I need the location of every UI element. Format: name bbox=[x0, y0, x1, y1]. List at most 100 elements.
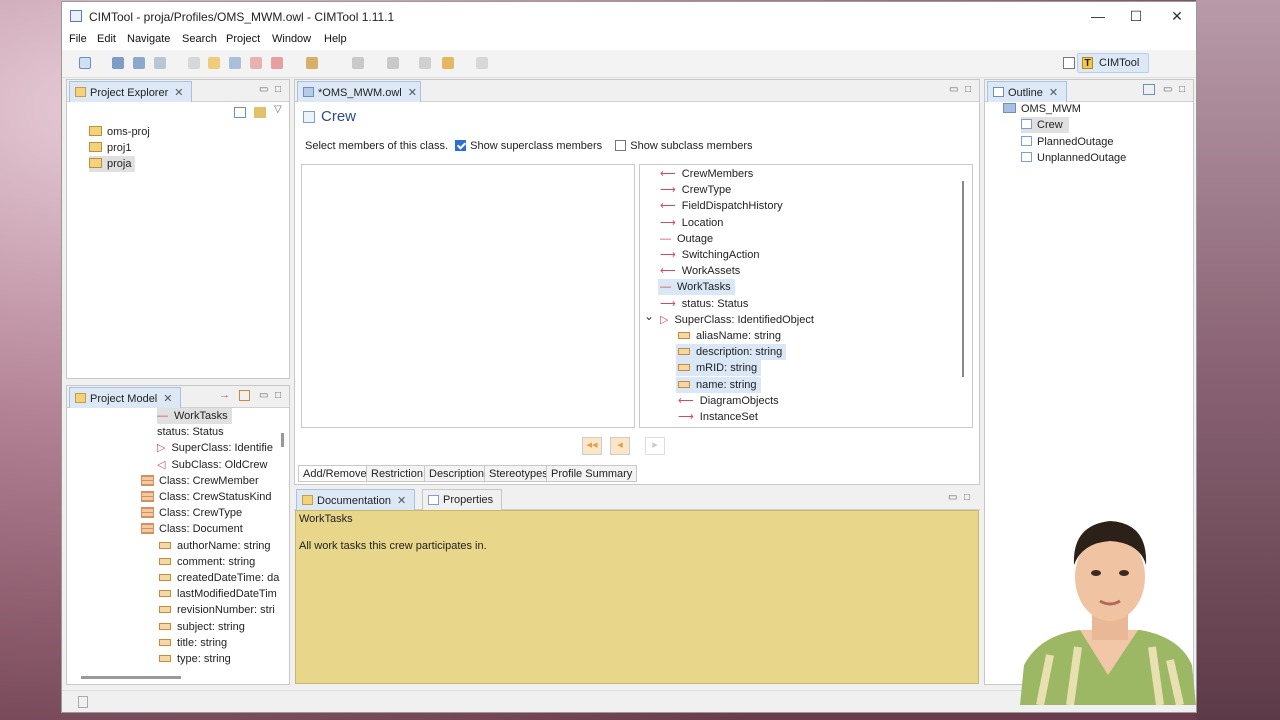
forward-icon[interactable] bbox=[476, 57, 488, 69]
project-model-item[interactable]: status: Status bbox=[157, 424, 224, 440]
outline-filter-icon[interactable] bbox=[1143, 84, 1155, 95]
tab-properties[interactable]: Properties bbox=[422, 489, 503, 510]
project-item[interactable]: proj1 bbox=[89, 140, 131, 156]
outline-item-unplannedoutage[interactable]: UnplannedOutage bbox=[1021, 150, 1126, 166]
next-annotation-icon[interactable] bbox=[352, 57, 364, 69]
member-item[interactable]: — Outage bbox=[660, 231, 713, 247]
view-menu-icon[interactable]: ▽ bbox=[274, 104, 282, 115]
selected-members-list[interactable] bbox=[301, 164, 635, 428]
project-model-item[interactable]: Class: CrewType bbox=[141, 505, 242, 521]
project-model-item[interactable]: Class: CrewStatusKind bbox=[141, 489, 272, 505]
member-item[interactable]: mRID: string bbox=[676, 360, 762, 377]
tab-project-model[interactable]: Project Model ✕ bbox=[69, 387, 182, 408]
editor-tab-stereotypes[interactable]: Stereotypes bbox=[484, 465, 553, 482]
tool-icon[interactable] bbox=[188, 57, 200, 69]
link-arrow-icon[interactable]: → bbox=[219, 389, 230, 401]
editor-tab-description[interactable]: Description bbox=[424, 465, 490, 482]
save-all-icon[interactable] bbox=[133, 57, 145, 69]
tab-oms-mwm-owl[interactable]: *OMS_MWM.owl ✕ bbox=[297, 81, 421, 102]
editor-tab-restriction[interactable]: Restriction bbox=[366, 465, 428, 482]
menu-project[interactable]: Project bbox=[226, 33, 260, 45]
close-tab-icon[interactable]: ✕ bbox=[1049, 87, 1058, 99]
perspective-cimtool[interactable]: T CIMTool bbox=[1077, 53, 1149, 73]
project-item[interactable]: oms-proj bbox=[89, 124, 150, 140]
member-item[interactable]: ⟵ WorkAssets bbox=[660, 263, 740, 279]
minimize-view-icon[interactable]: ▭ bbox=[948, 492, 957, 503]
remove-button[interactable]: ◂ bbox=[610, 437, 630, 455]
remove-all-button[interactable]: ◂◂ bbox=[582, 437, 602, 455]
member-item[interactable]: — WorkTasks bbox=[658, 279, 735, 296]
open-perspective-icon[interactable] bbox=[1063, 57, 1075, 69]
maximize-view-icon[interactable]: □ bbox=[275, 390, 281, 401]
project-item-selected[interactable]: proja bbox=[89, 156, 136, 172]
maximize-view-icon[interactable]: □ bbox=[964, 492, 970, 503]
outline-root[interactable]: OMS_MWM bbox=[1003, 101, 1081, 117]
outline-item-plannedoutage[interactable]: PlannedOutage bbox=[1021, 134, 1113, 150]
new-icon[interactable] bbox=[79, 57, 91, 69]
member-item[interactable]: name: string bbox=[676, 376, 761, 393]
maximize-view-icon[interactable]: □ bbox=[1179, 84, 1185, 95]
menu-search[interactable]: Search bbox=[182, 33, 217, 45]
menu-edit[interactable]: Edit bbox=[97, 33, 116, 45]
member-item[interactable]: ⟶ Location bbox=[660, 215, 723, 231]
outline-item-crew[interactable]: Crew bbox=[1021, 117, 1069, 133]
collapse-chevron-icon[interactable]: ⌄ bbox=[644, 309, 654, 323]
collapse-all-icon[interactable] bbox=[234, 107, 246, 118]
unlink-icon[interactable] bbox=[271, 57, 283, 69]
close-tab-icon[interactable]: ✕ bbox=[163, 393, 172, 405]
close-tab-icon[interactable]: ✕ bbox=[174, 87, 183, 99]
member-item[interactable]: ⟶ InstanceSet bbox=[678, 409, 758, 425]
member-item[interactable]: ⟵ CrewMembers bbox=[660, 166, 753, 182]
project-model-item[interactable]: ▷ SuperClass: Identifie bbox=[157, 440, 273, 456]
print-icon[interactable] bbox=[154, 57, 166, 69]
member-item[interactable]: description: string bbox=[676, 344, 787, 361]
minimize-button[interactable]: — bbox=[1084, 6, 1112, 26]
project-model-item[interactable]: ◁ SubClass: OldCrew bbox=[157, 457, 267, 473]
maximize-view-icon[interactable]: □ bbox=[965, 84, 971, 95]
open-folder-icon[interactable] bbox=[208, 57, 220, 69]
menu-help[interactable]: Help bbox=[324, 33, 347, 45]
project-model-item[interactable]: Class: CrewMember bbox=[141, 473, 259, 489]
project-model-item[interactable]: revisionNumber: stri bbox=[159, 602, 275, 618]
minimize-view-icon[interactable]: ▭ bbox=[949, 84, 958, 95]
member-item[interactable]: aliasName: string bbox=[678, 328, 781, 344]
project-model-item[interactable]: Class: Document bbox=[141, 521, 243, 537]
close-button[interactable]: ✕ bbox=[1163, 6, 1191, 26]
prev-annotation-icon[interactable] bbox=[387, 57, 399, 69]
member-item[interactable]: ▷ SuperClass: IdentifiedObject bbox=[660, 312, 814, 328]
add-button[interactable]: ▸ bbox=[645, 437, 665, 455]
minimize-view-icon[interactable]: ▭ bbox=[259, 84, 268, 95]
fast-view-icon[interactable] bbox=[78, 696, 88, 708]
scrollbar-thumb[interactable] bbox=[962, 181, 964, 377]
tab-project-explorer[interactable]: Project Explorer ✕ bbox=[69, 81, 193, 102]
project-model-item[interactable]: type: string bbox=[159, 651, 231, 667]
member-item[interactable]: ⟶ CrewType bbox=[660, 182, 731, 198]
available-members-list[interactable]: ⟵ CrewMembers ⟶ CrewType ⟵ FieldDispatchHisto… bbox=[639, 164, 973, 428]
menu-window[interactable]: Window bbox=[272, 33, 311, 45]
show-superclass-checkbox[interactable] bbox=[455, 140, 467, 151]
show-subclass-checkbox[interactable] bbox=[615, 140, 627, 151]
documentation-text-area[interactable]: WorkTasks All work tasks this crew parti… bbox=[295, 510, 979, 684]
last-edit-icon[interactable] bbox=[419, 57, 431, 69]
menu-navigate[interactable]: Navigate bbox=[127, 33, 170, 45]
maximize-view-icon[interactable]: □ bbox=[275, 84, 281, 95]
project-model-item[interactable]: createdDateTime: da bbox=[159, 570, 279, 586]
project-model-item[interactable]: comment: string bbox=[159, 554, 255, 570]
project-model-item[interactable]: authorName: string bbox=[159, 538, 271, 554]
tab-documentation[interactable]: Documentation ✕ bbox=[296, 489, 416, 510]
member-item[interactable]: ⟵ DiagramObjects bbox=[678, 393, 779, 409]
minimize-view-icon[interactable]: ▭ bbox=[1163, 84, 1172, 95]
horizontal-scrollbar[interactable] bbox=[81, 676, 181, 679]
project-model-item[interactable]: — WorkTasks bbox=[157, 408, 232, 424]
project-model-item[interactable]: lastModifiedDateTim bbox=[159, 586, 277, 602]
scrollbar-thumb[interactable] bbox=[281, 433, 284, 447]
link-icon[interactable] bbox=[250, 57, 262, 69]
editor-tab-profile-summary[interactable]: Profile Summary bbox=[546, 465, 638, 482]
import-icon[interactable] bbox=[229, 57, 241, 69]
maximize-button[interactable]: ☐ bbox=[1122, 6, 1150, 26]
close-tab-icon[interactable]: ✕ bbox=[408, 87, 417, 99]
tab-outline[interactable]: Outline ✕ bbox=[987, 81, 1068, 102]
menu-file[interactable]: File bbox=[69, 33, 87, 45]
filter-icon[interactable] bbox=[239, 390, 250, 401]
minimize-view-icon[interactable]: ▭ bbox=[259, 390, 268, 401]
